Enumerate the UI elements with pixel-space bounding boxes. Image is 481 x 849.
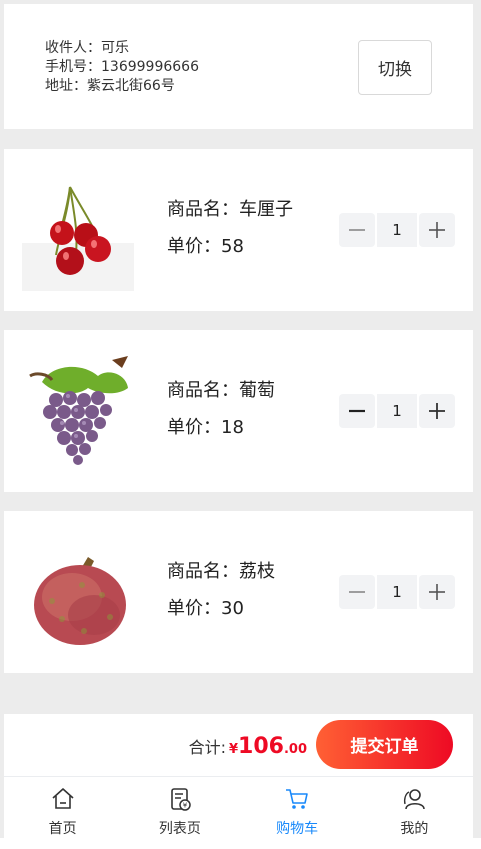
plus-icon [429,222,445,238]
total-label: 合计: [188,738,226,757]
product-name: 商品名：车厘子 [167,199,293,220]
receiver-name: 可乐 [101,40,129,56]
address-text: 紫云北街66号 [87,78,175,94]
increase-button[interactable] [419,575,455,609]
bottom-safe-area [0,838,481,849]
product-price: 单价：58 [167,236,244,257]
grape-image [22,354,134,472]
address-info: 收件人： 可乐 手机号： 13699996666 地址： 紫云北街66号 [45,39,199,96]
minus-icon [349,591,365,593]
product-card: 商品名：葡萄 单价：18 1 [4,330,473,492]
switch-address-button[interactable]: 切换 [358,40,432,95]
minus-icon [349,229,365,231]
receiver-line: 收件人： 可乐 [45,39,199,58]
quantity-input[interactable]: 1 [377,575,417,609]
submit-bar: 合计: ¥ 106 .00 提交订单 [4,714,473,776]
tab-mine[interactable]: 我的 [356,777,473,838]
product-card: 商品名：车厘子 单价：58 1 [4,149,473,311]
lychee-image [22,535,134,653]
tab-label: 我的 [400,821,429,837]
product-card: 商品名：荔枝 单价：30 1 [4,511,473,673]
address-card: 收件人： 可乐 手机号： 13699996666 地址： 紫云北街66号 切换 [4,4,473,129]
home-icon [52,788,74,809]
page: 收件人： 可乐 手机号： 13699996666 地址： 紫云北街66号 切换 [0,0,481,849]
tab-home[interactable]: 首页 [4,777,121,838]
plus-icon [429,584,445,600]
phone-line: 手机号： 13699996666 [45,58,199,77]
quantity-input[interactable]: 1 [377,394,417,428]
increase-button[interactable] [419,394,455,428]
quantity-stepper: 1 [339,575,455,609]
submit-order-button[interactable]: 提交订单 [316,720,453,769]
total-amount-integer: 106 [238,734,284,759]
receiver-label: 收件人： [45,40,101,56]
plus-icon [429,403,445,419]
decrease-button[interactable] [339,213,375,247]
product-name: 商品名：荔枝 [167,561,275,582]
product-price: 单价：18 [167,417,244,438]
phone-number: 13699996666 [101,59,199,75]
svg-text:¥: ¥ [183,802,188,810]
decrease-button[interactable] [339,575,375,609]
total-amount-decimal: .00 [283,742,307,757]
tabbar: 首页 ¥ 列表页 购物车 我的 [4,776,473,838]
phone-label: 手机号： [45,59,101,75]
quantity-stepper: 1 [339,213,455,247]
user-icon [404,789,426,810]
tab-label: 购物车 [276,821,319,837]
order-total: 合计: ¥ 106 .00 [189,734,307,759]
tab-list[interactable]: ¥ 列表页 [121,777,238,838]
tab-cart[interactable]: 购物车 [239,777,356,838]
tab-label: 首页 [48,821,77,837]
list-icon: ¥ [171,788,191,811]
product-name: 商品名：葡萄 [167,380,275,401]
increase-button[interactable] [419,213,455,247]
quantity-stepper: 1 [339,394,455,428]
address-line: 地址： 紫云北街66号 [45,77,199,96]
minus-icon [349,409,365,413]
currency-symbol: ¥ [228,742,239,757]
cart-icon [286,789,308,809]
quantity-input[interactable]: 1 [377,213,417,247]
decrease-button[interactable] [339,394,375,428]
address-label: 地址： [45,78,87,94]
tab-label: 列表页 [158,821,201,837]
product-price: 单价：30 [167,598,244,619]
cherry-image [22,173,134,291]
